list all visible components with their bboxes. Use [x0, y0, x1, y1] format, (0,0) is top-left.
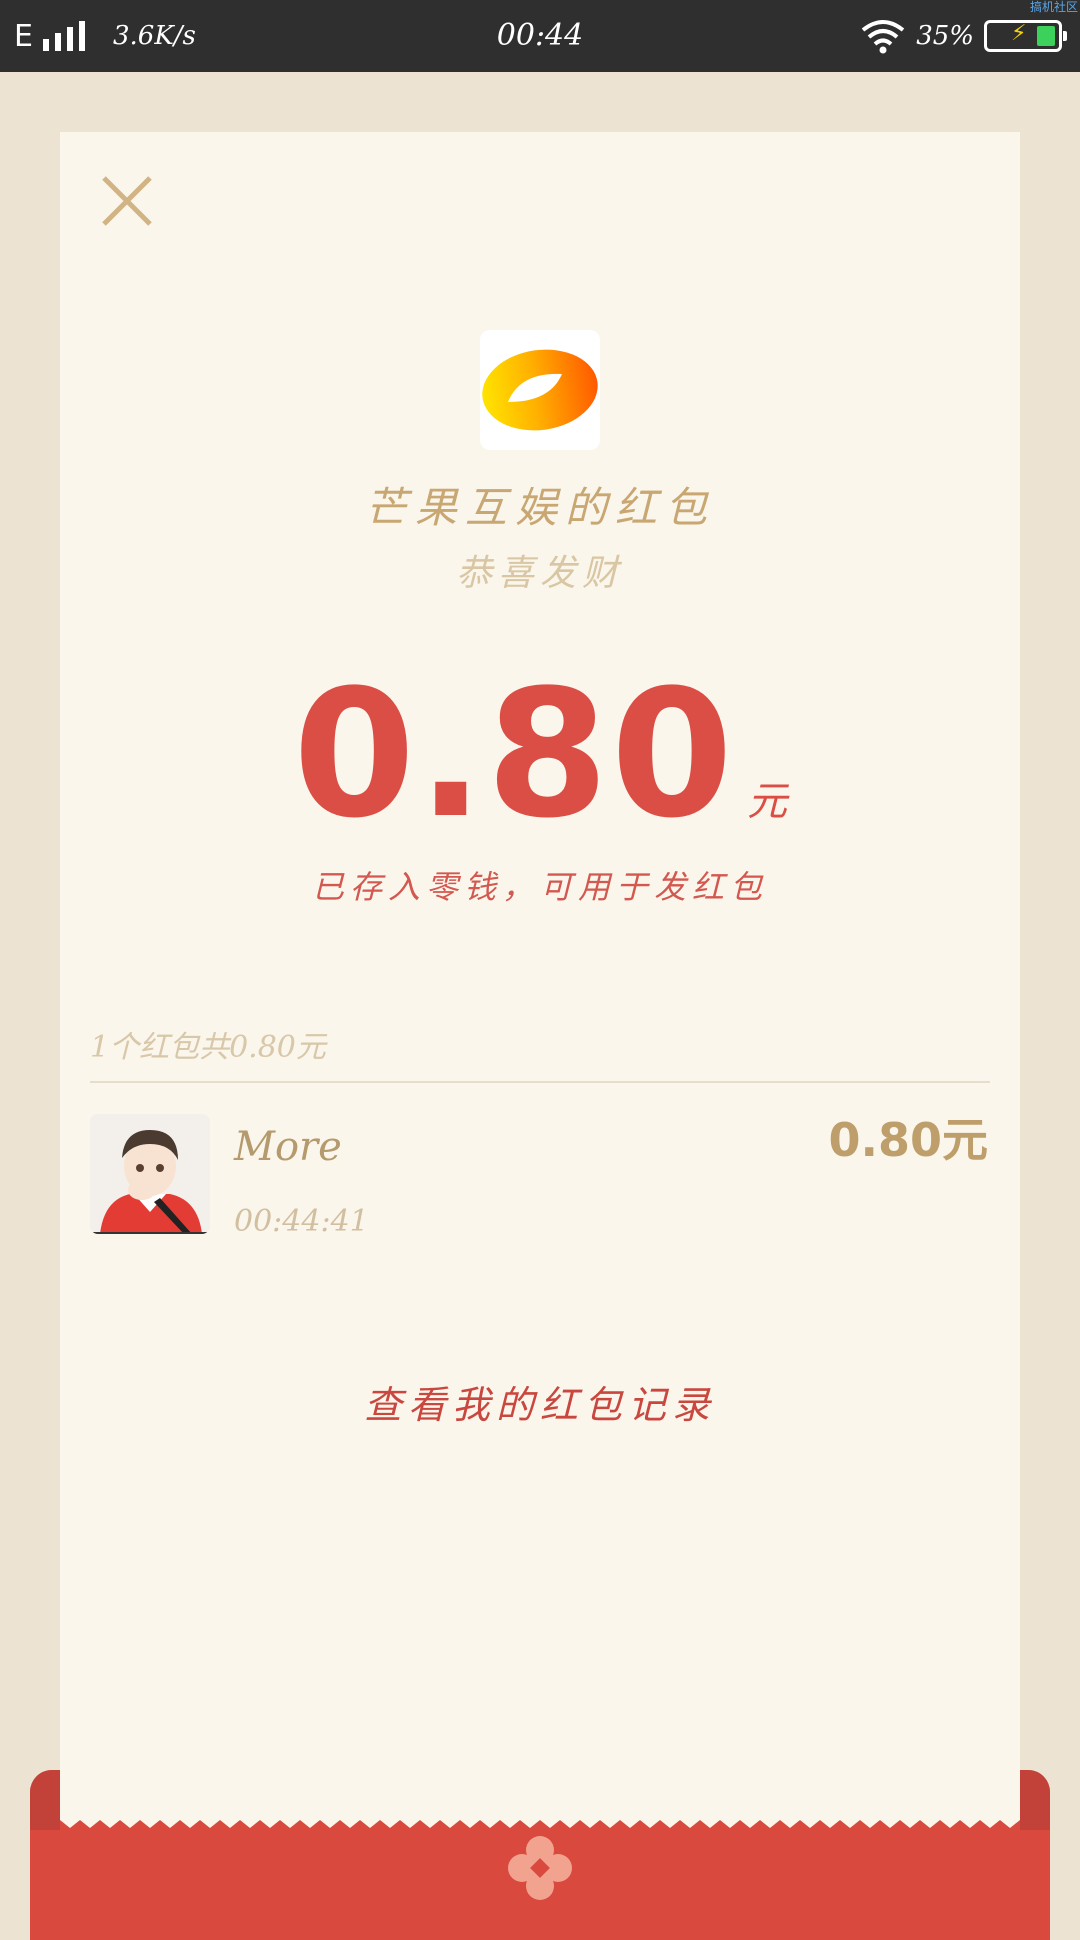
status-bar: E 3.6K/s 00:44 35% ⚡ 搞机社区: [0, 0, 1080, 72]
battery-percent: 35%: [916, 21, 974, 51]
sender-title: 芒果互娱的红包: [364, 483, 715, 532]
amount-row: 0.80 元: [0, 660, 1080, 850]
charging-bolt-icon: ⚡: [1011, 21, 1027, 46]
corner-watermark: 搞机社区: [1029, 0, 1078, 14]
avatar-illustration: [90, 1114, 210, 1234]
envelope-shade-left: [30, 1770, 60, 1830]
mango-tv-logo-icon: [482, 349, 598, 431]
divider: [90, 1081, 990, 1083]
status-right: 35% ⚡: [860, 16, 1067, 56]
envelope-shade-right: [1020, 1770, 1050, 1830]
record-amount: 0.80元: [828, 1113, 989, 1167]
received-amount: 0.80: [292, 652, 736, 857]
close-icon[interactable]: [100, 174, 154, 228]
greeting-text: 恭喜发财: [455, 553, 624, 594]
view-history-link[interactable]: 查看我的红包记录: [0, 1374, 1080, 1429]
wifi-icon: [861, 20, 905, 54]
currency-unit: 元: [747, 779, 788, 825]
packet-summary: 1个红包共0.80元: [90, 1030, 326, 1065]
sender-logo: [480, 330, 600, 450]
red-envelope-emblem-icon: [508, 1836, 572, 1900]
user-avatar[interactable]: [90, 1114, 210, 1234]
card-zigzag-edge: [60, 1816, 1020, 1828]
deposit-note[interactable]: 已存入零钱，可用于发红包: [0, 862, 1080, 908]
record-name: More: [234, 1124, 342, 1170]
battery-charging-icon: ⚡: [984, 20, 1067, 52]
battery-level: [1037, 26, 1055, 46]
record-time: 00:44:41: [234, 1204, 369, 1239]
